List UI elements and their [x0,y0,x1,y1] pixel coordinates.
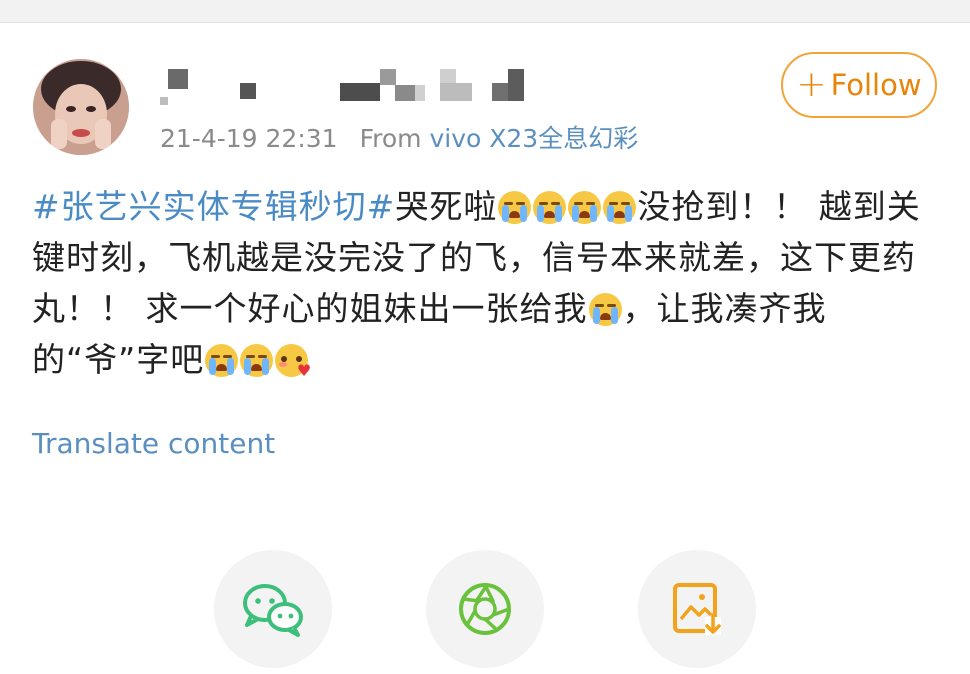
hashtag-link[interactable]: #张艺兴实体专辑秒切# [32,187,395,226]
crying-emoji-icon [603,191,637,224]
source-prefix: From [359,124,422,153]
crying-emoji-icon [240,344,274,377]
crying-emoji-icon [498,191,532,224]
plus-icon: + [796,64,827,105]
share-wechat-button[interactable] [214,550,332,668]
crying-emoji-icon [568,191,602,224]
post-content: #张艺兴实体专辑秒切#哭死啦 没抢到！！ 越到关键时刻，飞机越是没完没了的飞，信号… [32,181,937,385]
top-strip [0,0,970,23]
content-text-1: 哭死啦 [395,187,498,226]
follow-label: Follow [830,68,922,102]
wechat-icon [243,584,303,637]
follow-button[interactable]: + Follow [781,52,937,118]
translate-content-link[interactable]: Translate content [32,427,275,460]
share-save-image-button[interactable] [638,550,756,668]
crying-emoji-icon [205,344,239,377]
post-meta: 21-4-19 22:31 From vivo X23全息幻彩 [160,119,638,155]
share-moments-button[interactable] [426,550,544,668]
moments-icon [459,583,511,635]
post-card: 21-4-19 22:31 From vivo X23全息幻彩 + Follow … [0,23,970,674]
crying-emoji-icon [588,293,622,326]
save-image-icon [673,583,721,635]
source-device[interactable]: vivo X23全息幻彩 [429,124,638,153]
timestamp: 21-4-19 22:31 [160,124,338,153]
crying-emoji-icon [533,191,567,224]
blushing-emoji-icon: ♥ [275,344,311,379]
